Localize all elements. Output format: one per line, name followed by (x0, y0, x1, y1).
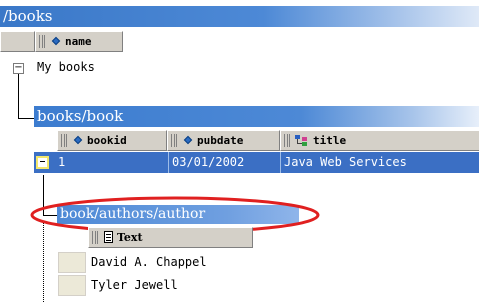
column-grip-icon (61, 134, 67, 147)
attribute-icon (73, 135, 83, 145)
column-header-pubdate-label: pubdate (197, 134, 244, 147)
column-grip-icon (39, 35, 45, 48)
column-header-pubdate[interactable]: pubdate (167, 130, 280, 151)
column-header-text[interactable]: Text (88, 227, 253, 248)
book-path-header: books/book (34, 106, 479, 127)
collapse-icon[interactable] (36, 156, 49, 169)
book-bookid-cell[interactable]: 1 (58, 152, 65, 172)
element-icon (295, 135, 309, 147)
book-header-strip: bookid pubdate title (34, 129, 479, 152)
column-header-title-label: title (313, 134, 347, 147)
book-row[interactable]: 1 03/01/2002 Java Web Services (34, 152, 479, 173)
author-cell[interactable]: David A. Chappel (91, 252, 207, 272)
column-grip-icon (92, 231, 98, 244)
root-path-header: /books (0, 6, 479, 27)
column-grip-icon (284, 134, 290, 147)
book-pubdate-cell[interactable]: 03/01/2002 (172, 152, 244, 172)
root-row-selector-header[interactable] (0, 31, 35, 52)
author-row-selector[interactable] (58, 252, 86, 273)
book-title-cell[interactable]: Java Web Services (284, 152, 407, 172)
tree-connector (18, 118, 35, 119)
column-grip-icon (171, 134, 177, 147)
collapse-icon[interactable]: − (13, 63, 24, 74)
column-header-title[interactable]: title (280, 130, 479, 151)
author-row-selector[interactable] (58, 275, 86, 296)
attribute-icon (183, 135, 193, 145)
root-header-strip: name (0, 30, 479, 53)
tree-connector (18, 74, 19, 119)
text-node-icon (104, 231, 113, 243)
column-header-bookid[interactable]: bookid (57, 130, 167, 151)
column-header-bookid-label: bookid (87, 134, 127, 147)
attribute-icon (51, 36, 61, 46)
root-name-cell[interactable]: My books (37, 57, 95, 77)
authors-header-strip: Text (58, 227, 253, 249)
column-header-name[interactable]: name (35, 31, 123, 52)
column-header-text-label: Text (117, 231, 143, 244)
column-header-name-label: name (65, 35, 92, 48)
author-cell[interactable]: Tyler Jewell (91, 275, 178, 295)
